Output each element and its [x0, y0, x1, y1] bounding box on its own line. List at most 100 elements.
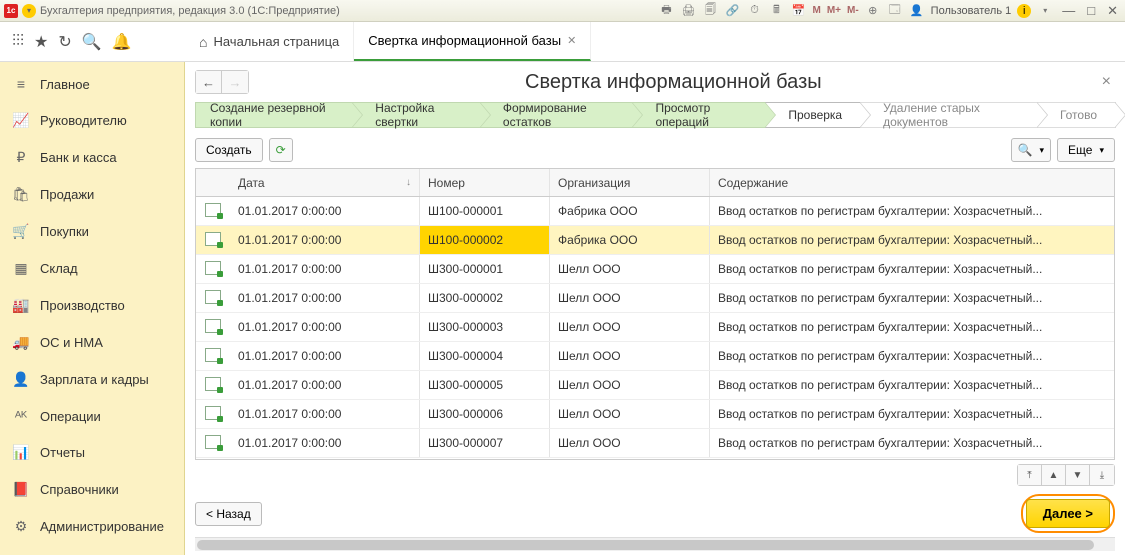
cell-desc: Ввод остатков по регистрам бухгалтерии: …	[710, 342, 1114, 370]
calendar-icon[interactable]: 📅	[790, 3, 806, 19]
sidebar-item-6[interactable]: 🏭Производство	[0, 287, 184, 324]
wizard-step-0[interactable]: Создание резервной копии	[195, 102, 353, 128]
cell-date: 01.01.2017 0:00:00	[230, 284, 420, 312]
sidebar-item-8[interactable]: 👤Зарплата и кадры	[0, 361, 184, 398]
refresh-button[interactable]: ⟳	[269, 138, 293, 162]
sidebar-item-1[interactable]: 📈 Руководителю	[0, 102, 184, 139]
create-button[interactable]: Создать	[195, 138, 263, 162]
sidebar-label: Руководителю	[40, 113, 127, 128]
wizard-step-2[interactable]: Формирование остатков	[480, 102, 634, 128]
sidebar-label: Операции	[40, 409, 101, 424]
print-icon[interactable]: 🖨	[680, 3, 696, 19]
apps-icon[interactable]: ⫶⫶⫶	[12, 33, 24, 51]
row-down[interactable]: ▼	[1066, 465, 1090, 485]
cell-date: 01.01.2017 0:00:00	[230, 342, 420, 370]
sidebar-item-0[interactable]: ≡Главное	[0, 66, 184, 102]
content-close-icon[interactable]: ×	[1098, 73, 1115, 91]
sidebar-item-3[interactable]: 🛍Продажи	[0, 176, 184, 213]
nav-back[interactable]: ←	[196, 71, 222, 93]
table-row[interactable]: 01.01.2017 0:00:00Ш300-000004Шелл ОООВво…	[196, 342, 1114, 371]
sidebar-icon: 📈	[12, 112, 30, 129]
memory-m-minus[interactable]: M-	[847, 5, 859, 16]
cell-number: Ш300-000001	[420, 255, 550, 283]
table-row[interactable]: 01.01.2017 0:00:00Ш300-000006Шелл ОООВво…	[196, 400, 1114, 429]
compare-icon[interactable]: 🗐	[702, 3, 718, 19]
cell-org: Шелл ООО	[550, 284, 710, 312]
sidebar-item-11[interactable]: 📕Справочники	[0, 471, 184, 508]
wizard-step-6[interactable]: Готово	[1037, 102, 1116, 128]
cell-date: 01.01.2017 0:00:00	[230, 313, 420, 341]
table-row[interactable]: 01.01.2017 0:00:00Ш300-000007Шелл ОООВво…	[196, 429, 1114, 458]
window-minimize[interactable]: —	[1059, 3, 1078, 18]
sidebar-item-9[interactable]: ᴬᴷ Операции	[0, 398, 184, 434]
zoom-icon[interactable]: ⊕	[865, 3, 881, 19]
app-title: Бухгалтерия предприятия, редакция 3.0 (1…	[40, 5, 340, 17]
more-button[interactable]: Еще▾	[1057, 138, 1115, 162]
tab-home[interactable]: ⌂ Начальная страница	[185, 22, 354, 61]
history-icon[interactable]: ↻	[58, 32, 71, 52]
cell-number: Ш100-000001	[420, 197, 550, 225]
sidebar-item-4[interactable]: 🛒 Покупки	[0, 213, 184, 250]
col-org[interactable]: Организация	[550, 169, 710, 196]
sidebar-icon: 🛒	[12, 223, 30, 240]
page-title: Свертка информационной базы	[249, 71, 1098, 94]
col-number[interactable]: Номер	[420, 169, 550, 196]
star-icon[interactable]: ★	[34, 32, 48, 52]
table-row[interactable]: 01.01.2017 0:00:00Ш300-000001Шелл ОООВво…	[196, 255, 1114, 284]
favorite-icon[interactable]: ⏱	[746, 3, 762, 19]
sidebar-item-5[interactable]: ▦Склад	[0, 250, 184, 287]
sidebar: ≡Главное 📈 Руководителю ₽Банк и касса🛍Прода…	[0, 62, 185, 555]
sidebar-label: Покупки	[40, 224, 89, 239]
tab-close-icon[interactable]: ✕	[567, 34, 576, 47]
table-row[interactable]: 01.01.2017 0:00:00Ш100-000002Фабрика ООО…	[196, 226, 1114, 255]
user-label[interactable]: Пользователь 1	[931, 5, 1012, 17]
cell-desc: Ввод остатков по регистрам бухгалтерии: …	[710, 226, 1114, 254]
link-icon[interactable]: 🔗	[724, 3, 740, 19]
sidebar-item-2[interactable]: ₽Банк и касса	[0, 139, 184, 176]
bell-icon[interactable]: 🔔	[112, 32, 132, 52]
info-dropdown[interactable]: ▾	[1037, 3, 1053, 19]
calc-icon[interactable]: 🖩	[768, 3, 784, 19]
document-icon	[205, 348, 221, 362]
row-first[interactable]: ⤒	[1018, 465, 1042, 485]
wizard-step-5[interactable]: Удаление старых документов	[860, 102, 1038, 128]
window-maximize[interactable]: □	[1084, 3, 1098, 18]
nav-forward[interactable]: →	[222, 71, 248, 93]
col-date[interactable]: Дата↓	[230, 169, 420, 196]
search-icon[interactable]: 🔍	[82, 32, 102, 52]
row-up[interactable]: ▲	[1042, 465, 1066, 485]
memory-m-plus[interactable]: M+	[827, 5, 841, 16]
sidebar-icon: ▦	[12, 260, 30, 277]
sidebar-item-12[interactable]: ⚙Администрирование	[0, 508, 184, 545]
table-row[interactable]: 01.01.2017 0:00:00Ш300-000003Шелл ОООВво…	[196, 313, 1114, 342]
app-menu-dropdown[interactable]: ▾	[22, 4, 36, 18]
window-close[interactable]: ✕	[1104, 3, 1121, 19]
next-button-highlight: Далее >	[1021, 494, 1115, 533]
table-row[interactable]: 01.01.2017 0:00:00Ш300-000002Шелл ОООВво…	[196, 284, 1114, 313]
table-row[interactable]: 01.01.2017 0:00:00Ш300-000005Шелл ОООВво…	[196, 371, 1114, 400]
next-button[interactable]: Далее >	[1026, 499, 1110, 528]
sidebar-icon: ᴬᴷ	[12, 408, 30, 424]
horizontal-scrollbar[interactable]	[195, 537, 1115, 551]
wizard-step-4[interactable]: Проверка	[765, 102, 861, 128]
wizard-step-1[interactable]: Настройка свертки	[352, 102, 481, 128]
layout-icon[interactable]: 🗔	[887, 3, 903, 19]
memory-m[interactable]: M	[812, 5, 820, 16]
document-icon	[205, 435, 221, 449]
wizard-step-3[interactable]: Просмотр операций	[632, 102, 766, 128]
search-filter-button[interactable]: 🔍▾	[1011, 138, 1051, 162]
table-row[interactable]: 01.01.2017 0:00:00Ш100-000001Фабрика ООО…	[196, 197, 1114, 226]
home-icon: ⌂	[199, 34, 207, 50]
sidebar-item-10[interactable]: 📊Отчеты	[0, 434, 184, 471]
print-preview-icon[interactable]: 🖶	[658, 3, 674, 19]
cell-desc: Ввод остатков по регистрам бухгалтерии: …	[710, 371, 1114, 399]
row-last[interactable]: ⤓	[1090, 465, 1114, 485]
back-button[interactable]: < Назад	[195, 502, 262, 526]
info-icon[interactable]: i	[1017, 4, 1031, 18]
cell-org: Шелл ООО	[550, 400, 710, 428]
cell-date: 01.01.2017 0:00:00	[230, 197, 420, 225]
sidebar-item-7[interactable]: 🚚ОС и НМА	[0, 324, 184, 361]
cell-org: Фабрика ООО	[550, 197, 710, 225]
col-desc[interactable]: Содержание	[710, 169, 1114, 196]
tab-active[interactable]: Свертка информационной базы ✕	[354, 22, 591, 61]
